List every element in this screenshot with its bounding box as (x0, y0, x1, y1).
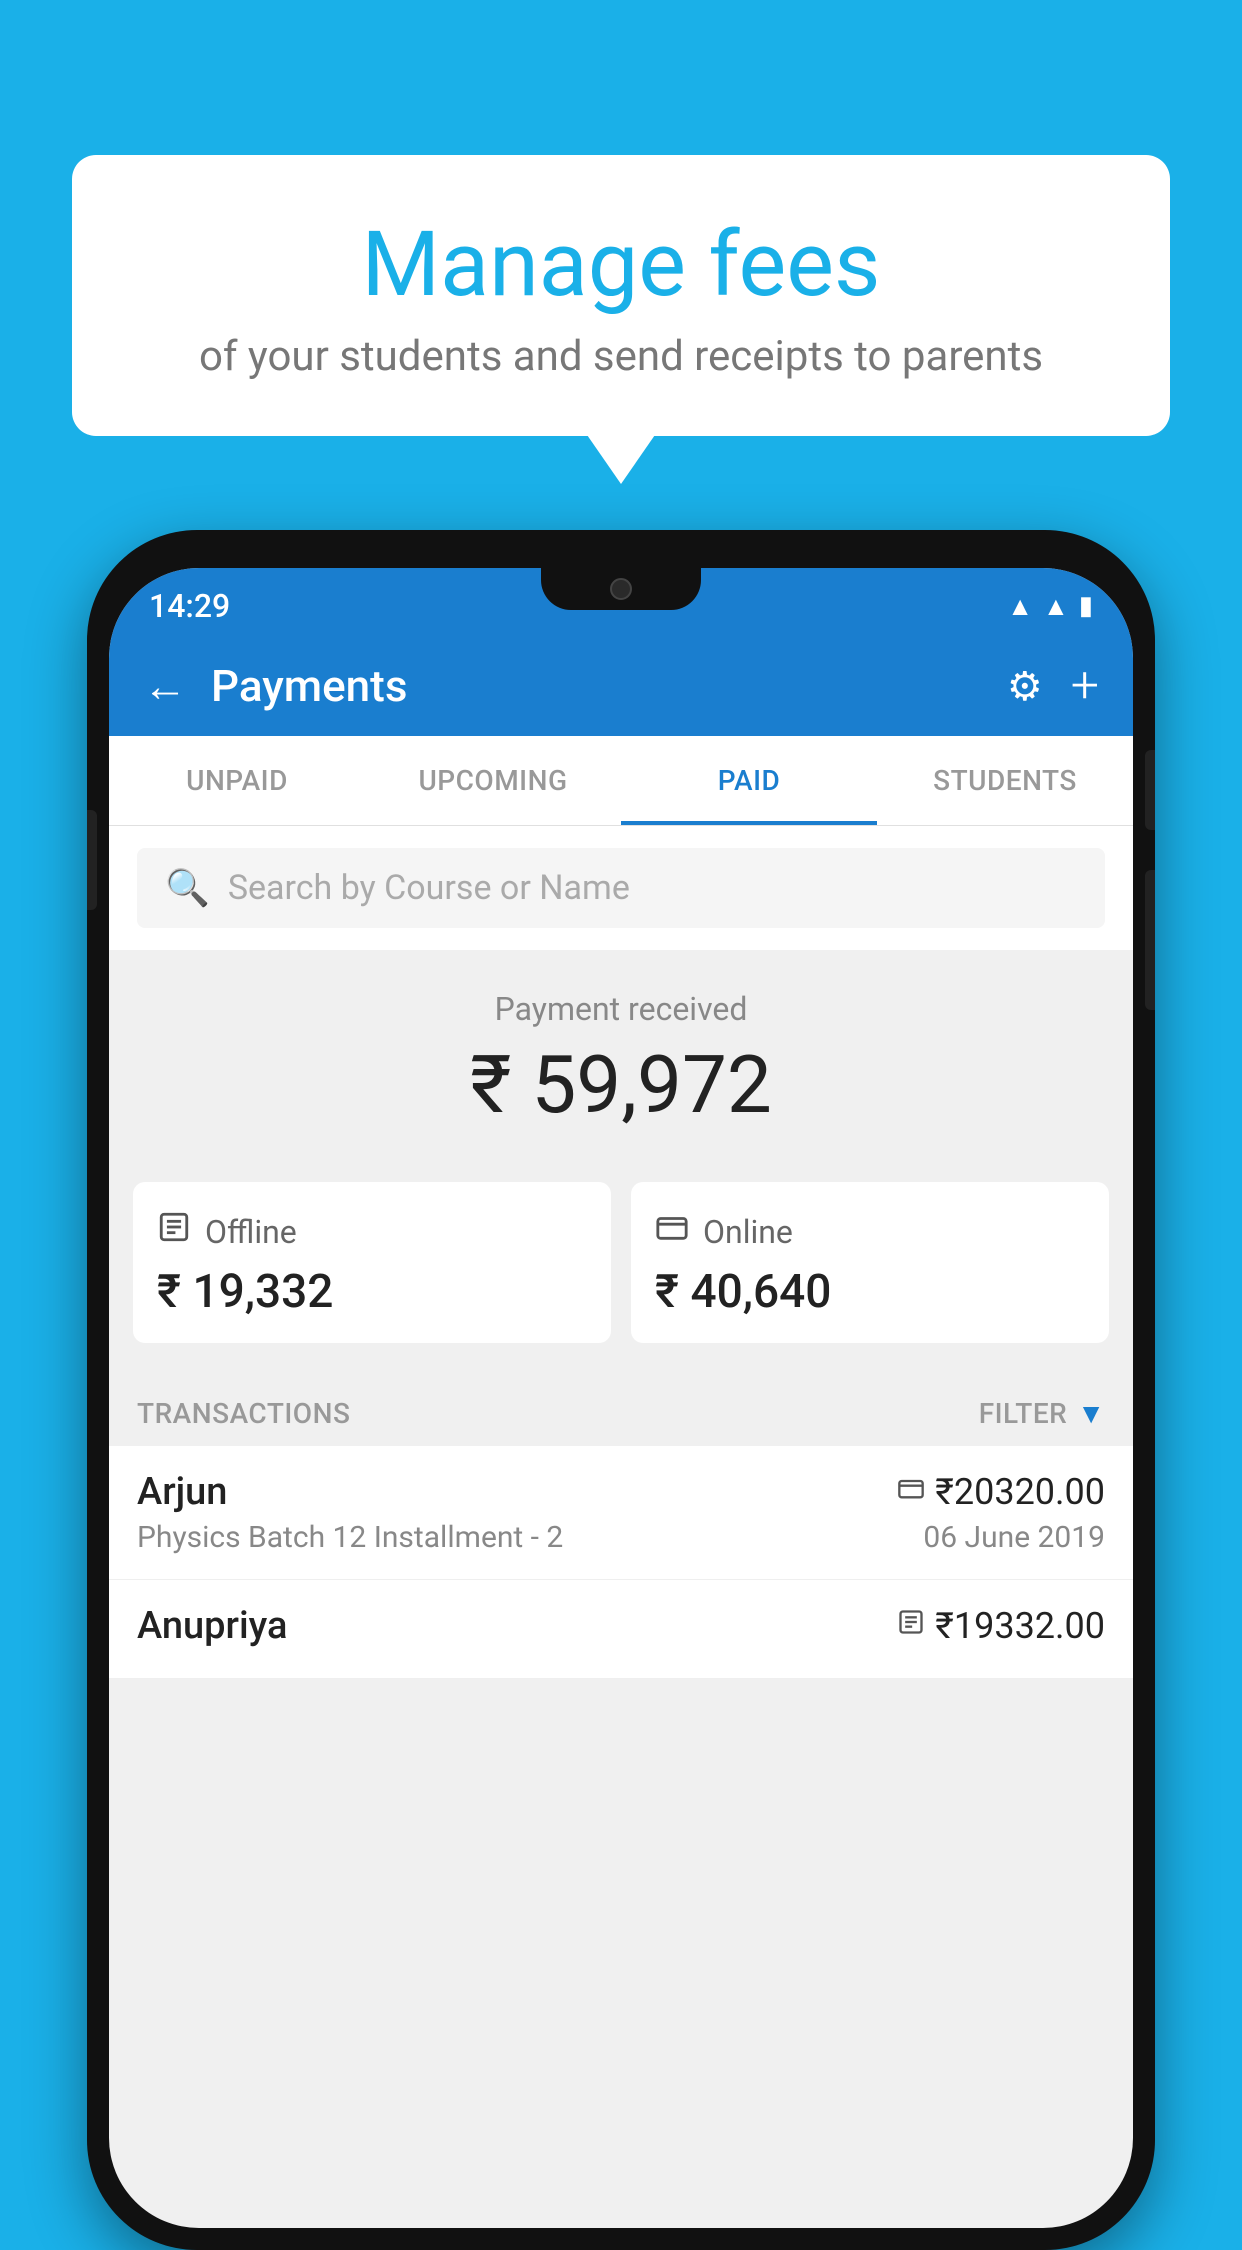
transaction-amount: ₹20320.00 (935, 1471, 1105, 1513)
table-row[interactable]: Arjun ₹20320.00 Physics Batch 12 Install… (109, 1446, 1133, 1580)
search-placeholder: Search by Course or Name (228, 868, 630, 908)
tab-unpaid[interactable]: UNPAID (109, 736, 365, 825)
transaction-course: Physics Batch 12 Installment - 2 (137, 1520, 563, 1555)
offline-card: Offline ₹ 19,332 (133, 1182, 611, 1343)
transaction-row-bottom: Physics Batch 12 Installment - 2 06 June… (137, 1520, 1105, 1555)
filter-button[interactable]: FILTER ▼ (979, 1397, 1105, 1430)
tab-paid[interactable]: PAID (621, 736, 877, 825)
tab-upcoming[interactable]: UPCOMING (365, 736, 621, 825)
offline-label: Offline (205, 1213, 297, 1251)
transaction-amount-wrapper: ₹20320.00 (897, 1471, 1105, 1513)
search-container: 🔍 Search by Course or Name (109, 826, 1133, 950)
offline-card-header: Offline (157, 1210, 297, 1253)
transaction-name: Arjun (137, 1470, 227, 1514)
app-bar: ← Payments ⚙ + (109, 636, 1133, 736)
speech-bubble: Manage fees of your students and send re… (72, 155, 1170, 436)
filter-icon: ▼ (1077, 1397, 1105, 1430)
transaction-row-top: Anupriya ₹19332.00 (137, 1604, 1105, 1648)
camera (610, 578, 632, 600)
tabs: UNPAID UPCOMING PAID STUDENTS (109, 736, 1133, 826)
app-bar-title: Payments (211, 660, 983, 712)
status-icons: ▲ ▲ ▮ (1007, 591, 1093, 622)
settings-icon[interactable]: ⚙ (1007, 663, 1043, 710)
phone-frame: 14:29 ▲ ▲ ▮ ← Payments ⚙ + UNPAID UPCOMI… (87, 530, 1155, 2250)
search-icon: 🔍 (165, 867, 210, 909)
transaction-amount-wrapper: ₹19332.00 (897, 1605, 1105, 1647)
transactions-header: TRANSACTIONS FILTER ▼ (109, 1373, 1133, 1446)
phone-screen: 14:29 ▲ ▲ ▮ ← Payments ⚙ + UNPAID UPCOMI… (109, 568, 1133, 2228)
payment-received-label: Payment received (109, 990, 1133, 1028)
speech-bubble-title: Manage fees (122, 215, 1120, 314)
table-row[interactable]: Anupriya ₹19332.00 (109, 1580, 1133, 1679)
volume-button (87, 810, 97, 910)
battery-icon: ▮ (1079, 591, 1093, 621)
payment-cards: Offline ₹ 19,332 Online ₹ 40,640 (109, 1162, 1133, 1373)
signal-icon: ▲ (1043, 591, 1069, 622)
online-label: Online (703, 1213, 793, 1251)
add-button[interactable]: + (1071, 657, 1099, 715)
speech-bubble-subtitle: of your students and send receipts to pa… (122, 332, 1120, 381)
online-amount: ₹ 40,640 (655, 1265, 831, 1319)
notch (541, 568, 701, 610)
volume-button-right (1145, 870, 1155, 1010)
app-bar-actions: ⚙ + (1007, 657, 1099, 715)
online-card: Online ₹ 40,640 (631, 1182, 1109, 1343)
transaction-list: Arjun ₹20320.00 Physics Batch 12 Install… (109, 1446, 1133, 1679)
online-card-header: Online (655, 1210, 793, 1253)
search-bar[interactable]: 🔍 Search by Course or Name (137, 848, 1105, 928)
transactions-label: TRANSACTIONS (137, 1397, 350, 1430)
offline-icon (157, 1210, 191, 1253)
payment-type-icon (897, 1474, 925, 1510)
filter-label: FILTER (979, 1397, 1068, 1430)
speech-bubble-container: Manage fees of your students and send re… (72, 155, 1170, 436)
transaction-amount: ₹19332.00 (935, 1605, 1105, 1647)
payment-type-icon (897, 1608, 925, 1644)
offline-amount: ₹ 19,332 (157, 1265, 333, 1319)
payment-amount: ₹ 59,972 (109, 1038, 1133, 1132)
back-button[interactable]: ← (143, 660, 187, 712)
payment-summary: Payment received ₹ 59,972 (109, 950, 1133, 1162)
tab-students[interactable]: STUDENTS (877, 736, 1133, 825)
power-button (1145, 750, 1155, 830)
transaction-date: 06 June 2019 (923, 1520, 1105, 1555)
wifi-icon: ▲ (1007, 591, 1033, 622)
transaction-name: Anupriya (137, 1604, 287, 1648)
online-icon (655, 1210, 689, 1253)
transaction-row-top: Arjun ₹20320.00 (137, 1470, 1105, 1514)
status-time: 14:29 (149, 587, 230, 625)
